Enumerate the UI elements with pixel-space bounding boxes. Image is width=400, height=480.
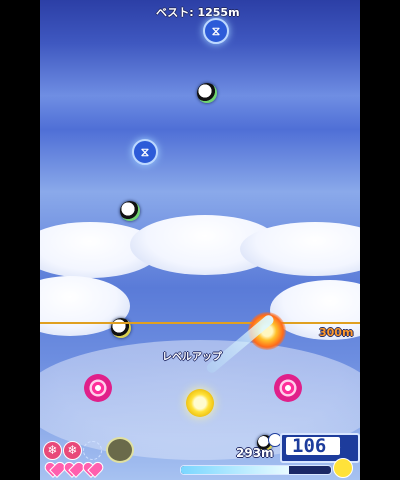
progress-fill bbox=[181, 466, 289, 474]
cloud-band bbox=[240, 222, 360, 276]
eye-orb-icon bbox=[111, 318, 131, 338]
best-value: 1255m bbox=[197, 6, 240, 19]
timer-main: 106 bbox=[292, 435, 327, 457]
distance-marker-line bbox=[40, 322, 360, 324]
pink-flower-enemy-icon bbox=[274, 374, 302, 402]
time-bonus-icon: ⧖ bbox=[132, 139, 158, 165]
snowflake-powerup-icon: ❄ bbox=[63, 441, 82, 460]
eye-orb-icon bbox=[197, 83, 217, 103]
heart-icon bbox=[65, 463, 81, 477]
heart-icon bbox=[84, 463, 100, 477]
heart-icon bbox=[46, 463, 62, 477]
timer-value: 106.9 bbox=[292, 435, 341, 459]
playfield: ベスト: 1255m ⧖ ⧖ 300m レベルアップ ❄ ❄ 293m 106.… bbox=[40, 0, 360, 480]
marker-distance-label: 300m bbox=[319, 326, 354, 339]
empty-slot-icon bbox=[83, 441, 102, 460]
player-face-icon bbox=[333, 458, 353, 478]
snowflake-powerup-icon: ❄ bbox=[43, 441, 62, 460]
pink-flower-enemy-icon bbox=[84, 374, 112, 402]
current-distance: 293m bbox=[236, 446, 274, 460]
time-bonus-icon: ⧖ bbox=[203, 18, 229, 44]
best-distance-label: ベスト: 1255m bbox=[156, 4, 240, 20]
game-screen: ベスト: 1255m ⧖ ⧖ 300m レベルアップ ❄ ❄ 293m 106.… bbox=[0, 0, 400, 480]
companion-icon bbox=[106, 437, 134, 463]
level-up-text: レベルアップ bbox=[162, 352, 222, 363]
best-label: ベスト: bbox=[156, 6, 194, 19]
timer-fraction-digit: 9 bbox=[333, 441, 341, 455]
eye-orb-icon bbox=[120, 201, 140, 221]
progress-track bbox=[180, 465, 332, 475]
timer-fraction: .9 bbox=[326, 441, 341, 455]
player-character bbox=[186, 389, 214, 417]
